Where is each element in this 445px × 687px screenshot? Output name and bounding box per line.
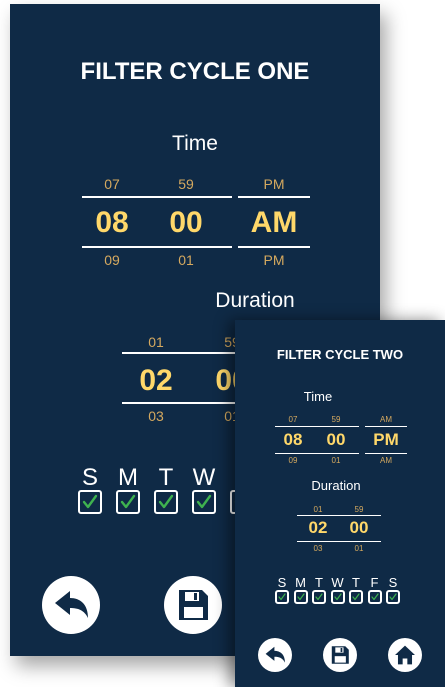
- day-label: S: [388, 575, 398, 590]
- home-button[interactable]: [388, 638, 422, 672]
- day-checkbox[interactable]: [312, 590, 326, 604]
- day-checkbox[interactable]: [386, 590, 400, 604]
- day-label: M: [295, 575, 306, 590]
- ampm-rule-top: [365, 426, 407, 427]
- checkmark-icon: [158, 494, 174, 509]
- day-label: T: [158, 464, 174, 491]
- day-checkbox[interactable]: [349, 590, 363, 604]
- time-rule-bottom: [82, 246, 232, 248]
- back-button[interactable]: [42, 576, 100, 634]
- checkmark-icon: [82, 494, 98, 509]
- checkmark-icon: [389, 593, 397, 601]
- back-arrow-icon: [265, 646, 285, 663]
- day-checkbox[interactable]: [78, 490, 102, 514]
- time-label: Time: [172, 132, 218, 155]
- ampm-next[interactable]: PM: [238, 252, 310, 268]
- day-label: F: [370, 575, 379, 590]
- checkmark-icon: [315, 593, 323, 601]
- duration-rule-bottom: [297, 541, 381, 542]
- minute-next[interactable]: 01: [156, 252, 216, 268]
- checkmark-icon: [333, 593, 342, 601]
- time-rule-bottom: [275, 453, 359, 454]
- minute-value[interactable]: 00: [318, 430, 354, 450]
- duration-minutes-prev[interactable]: 59: [341, 505, 377, 514]
- hour-value[interactable]: 08: [82, 206, 142, 240]
- filter-cycle-two-panel: FILTER CYCLE TWO Time 07 08 09 59 00 01 …: [235, 320, 445, 687]
- day-checkbox[interactable]: [367, 590, 382, 604]
- day-label: S: [81, 464, 98, 491]
- duration-hours-value[interactable]: 02: [300, 518, 336, 538]
- time-rule-top: [275, 426, 359, 427]
- checkmark-icon: [296, 593, 305, 601]
- duration-label: Duration: [215, 289, 295, 312]
- page-title: FILTER CYCLE TWO: [276, 347, 404, 362]
- save-button[interactable]: [323, 638, 357, 672]
- ampm-prev[interactable]: PM: [238, 176, 310, 192]
- duration-minutes-next[interactable]: 01: [341, 544, 377, 553]
- day-checkbox[interactable]: [275, 590, 289, 604]
- duration-hours-next[interactable]: 03: [300, 544, 336, 553]
- time-rule-top: [82, 196, 232, 198]
- checkmark-icon: [370, 593, 379, 601]
- hour-next[interactable]: 09: [82, 252, 142, 268]
- duration-rule-top: [297, 515, 381, 516]
- floppy-disk-icon: [179, 590, 208, 620]
- hour-prev[interactable]: 07: [82, 176, 142, 192]
- checkmark-icon: [196, 494, 212, 509]
- day-label: T: [315, 575, 323, 590]
- ampm-value[interactable]: PM: [365, 430, 407, 450]
- day-label: W: [331, 575, 344, 590]
- ampm-rule-top: [238, 196, 310, 198]
- day-label: M: [118, 464, 138, 491]
- checkmark-icon: [352, 593, 360, 601]
- duration-hours-value[interactable]: 02: [126, 364, 186, 398]
- home-icon: [395, 645, 415, 665]
- time-label: Time: [303, 389, 333, 404]
- ampm-rule-bottom: [238, 246, 310, 248]
- duration-label: Duration: [311, 478, 361, 493]
- minute-prev[interactable]: 59: [156, 176, 216, 192]
- minute-value[interactable]: 00: [156, 206, 216, 240]
- save-button[interactable]: [164, 576, 222, 634]
- page-title: FILTER CYCLE ONE: [80, 58, 310, 85]
- day-checkbox[interactable]: [192, 490, 216, 514]
- minute-next[interactable]: 01: [318, 456, 354, 465]
- floppy-disk-icon: [331, 646, 349, 664]
- checkmark-icon: [278, 593, 286, 601]
- ampm-next[interactable]: AM: [365, 456, 407, 465]
- day-checkbox[interactable]: [293, 590, 308, 604]
- hour-prev[interactable]: 07: [275, 415, 311, 424]
- hour-next[interactable]: 09: [275, 456, 311, 465]
- ampm-prev[interactable]: AM: [365, 415, 407, 424]
- minute-prev[interactable]: 59: [318, 415, 354, 424]
- day-checkbox[interactable]: [330, 590, 345, 604]
- ampm-value[interactable]: AM: [238, 206, 310, 240]
- back-arrow-icon: [55, 591, 88, 618]
- day-checkbox[interactable]: [116, 490, 140, 514]
- duration-hours-prev[interactable]: 01: [126, 334, 186, 350]
- checkmark-icon: [120, 494, 136, 509]
- day-checkbox[interactable]: [154, 490, 178, 514]
- day-label: W: [192, 464, 216, 491]
- day-label: S: [277, 575, 287, 590]
- duration-hours-prev[interactable]: 01: [300, 505, 336, 514]
- back-button[interactable]: [258, 638, 292, 672]
- ampm-rule-bottom: [365, 453, 407, 454]
- duration-hours-next[interactable]: 03: [126, 408, 186, 424]
- hour-value[interactable]: 08: [275, 430, 311, 450]
- duration-minutes-value[interactable]: 00: [341, 518, 377, 538]
- day-label: T: [352, 575, 360, 590]
